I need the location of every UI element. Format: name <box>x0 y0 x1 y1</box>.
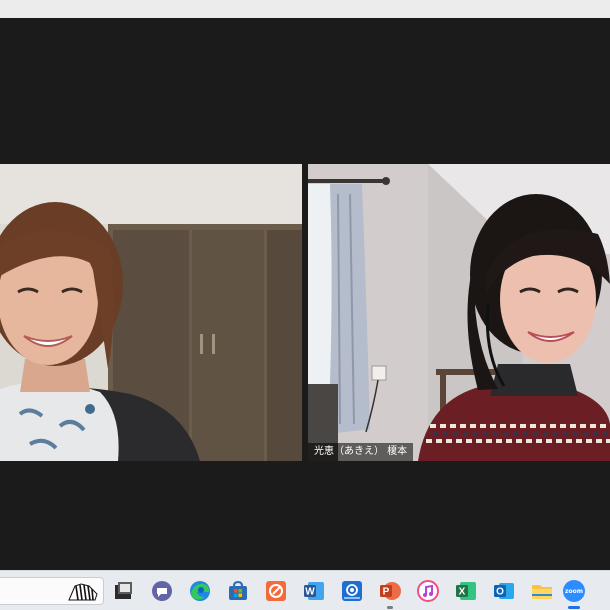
powerpoint-icon[interactable]: P <box>378 579 402 603</box>
zoom-icon[interactable]: zoom <box>562 579 586 603</box>
word-icon[interactable]: W <box>302 579 326 603</box>
snip-sketch-icon[interactable] <box>264 579 288 603</box>
participant-video-right <box>308 164 610 461</box>
svg-text:P: P <box>383 587 390 598</box>
svg-text:O: O <box>496 587 504 598</box>
video-tile-left[interactable] <box>0 164 302 461</box>
windows-taskbar: W P X O zoom <box>0 570 610 610</box>
file-explorer-icon[interactable] <box>530 579 554 603</box>
excel-icon[interactable]: X <box>454 579 478 603</box>
svg-text:zoom: zoom <box>565 588 583 595</box>
search-highlight-zebra-icon <box>68 583 98 601</box>
microsoft-store-icon[interactable] <box>226 579 250 603</box>
svg-text:X: X <box>459 587 466 598</box>
zoom-active-indicator <box>568 606 580 609</box>
powerpoint-running-indicator <box>387 606 393 609</box>
video-tile-right[interactable]: 光恵（あきえ） 榎本 <box>308 164 610 461</box>
gallery-view: 光恵（あきえ） 榎本 <box>0 18 610 570</box>
taskbar-search-box[interactable] <box>0 577 104 605</box>
itunes-icon[interactable] <box>416 579 440 603</box>
edge-browser-icon[interactable] <box>188 579 212 603</box>
svg-text:W: W <box>305 587 315 598</box>
participant-name-label-right: 光恵（あきえ） 榎本 <box>308 443 414 461</box>
email-app-icon[interactable] <box>340 579 364 603</box>
outlook-icon[interactable]: O <box>492 579 516 603</box>
participant-video-left <box>0 164 302 461</box>
zoom-meeting-screen: 光恵（あきえ） 榎本 W P X O zoom <box>0 0 610 610</box>
teams-chat-icon[interactable] <box>150 579 174 603</box>
window-top-strip <box>0 0 610 18</box>
snipping-tool-icon[interactable] <box>112 579 136 603</box>
